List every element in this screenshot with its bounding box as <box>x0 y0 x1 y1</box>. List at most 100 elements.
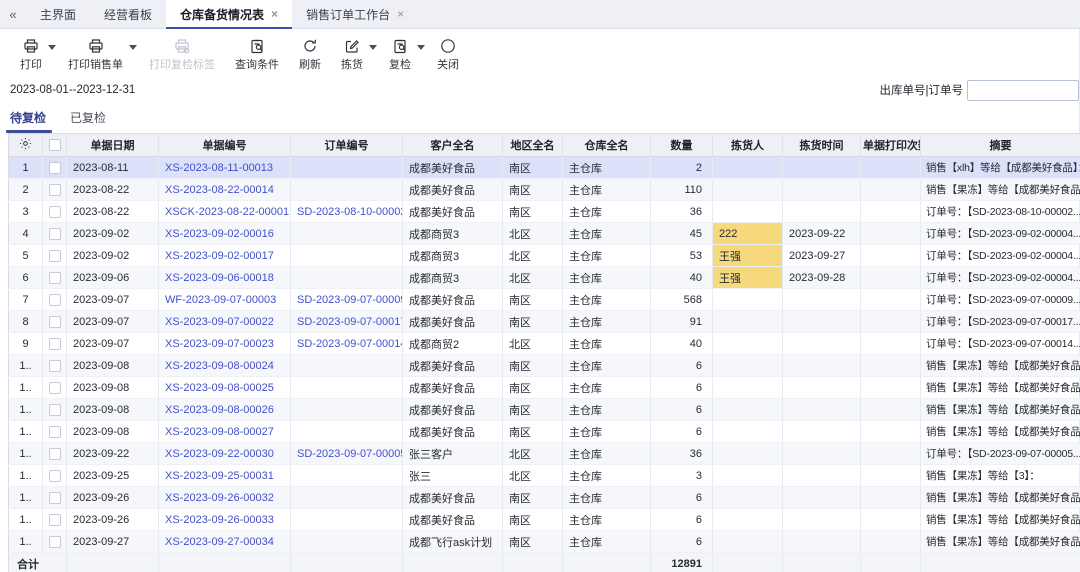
doc-number-link[interactable]: XS-2023-08-22-00014 <box>158 178 291 201</box>
row-checkbox[interactable] <box>48 227 61 240</box>
table-row[interactable]: 5 2023-09-02 XS-2023-09-02-00017 成都商贸3 北区 主仓库… <box>8 244 1080 267</box>
doc-number-link[interactable]: WF-2023-09-07-00003 <box>158 288 291 311</box>
doc-number-link[interactable]: XS-2023-09-07-00022 <box>158 310 291 333</box>
region-name: 南区 <box>502 178 563 201</box>
row-checkbox[interactable] <box>48 535 61 548</box>
row-checkbox[interactable] <box>48 271 61 284</box>
toolbar-button-label: 复检 <box>389 59 411 71</box>
tab-close-icon[interactable]: × <box>271 8 278 20</box>
table-row[interactable]: 9 2023-09-07 XS-2023-09-07-00023 SD-2023-09… <box>8 332 1080 355</box>
table-row[interactable]: 1 2023-08-11 XS-2023-08-11-00013 成都美好食品 南区 主仓… <box>8 156 1080 179</box>
table-row[interactable]: 6 2023-09-06 XS-2023-09-06-00018 成都商贸3 北区 主仓库… <box>8 266 1080 289</box>
tab-main-screen[interactable]: 主界面 <box>26 0 90 28</box>
row-checkbox[interactable] <box>48 447 61 460</box>
order-number-link <box>290 420 403 443</box>
row-checkbox[interactable] <box>48 425 61 438</box>
table-row[interactable]: 1.. 2023-09-27 XS-2023-09-27-00034 成都飞行ask计… <box>8 530 1080 553</box>
dropdown-caret-icon[interactable] <box>48 45 56 50</box>
row-checkbox[interactable] <box>48 183 61 196</box>
order-number-link[interactable]: SD-2023-09-07-00017 <box>290 310 403 333</box>
table-row[interactable]: 1.. 2023-09-08 XS-2023-09-08-00024 成都美好食品 南区… <box>8 354 1080 377</box>
toolbar-button-refresh[interactable]: 刷新 <box>289 37 331 72</box>
doc-number-link[interactable]: XS-2023-09-22-00030 <box>158 442 291 465</box>
row-checkbox[interactable] <box>48 403 61 416</box>
table-row[interactable]: 8 2023-09-07 XS-2023-09-07-00022 SD-2023-09… <box>8 310 1080 333</box>
toolbar-button-recheck[interactable]: 复检 <box>379 37 421 72</box>
toolbar-button-query-conditions[interactable]: 查询条件 <box>225 37 289 72</box>
table-row[interactable]: 1.. 2023-09-08 XS-2023-09-08-00026 成都美好食品 南区… <box>8 398 1080 421</box>
row-checkbox[interactable] <box>48 469 61 482</box>
table-row[interactable]: 4 2023-09-02 XS-2023-09-02-00016 成都商贸3 北区 主仓库… <box>8 222 1080 245</box>
table-row[interactable]: 1.. 2023-09-08 XS-2023-09-08-00027 成都美好食品 南区… <box>8 420 1080 443</box>
order-number-link[interactable]: SD-2023-09-07-00005 <box>290 442 403 465</box>
tab-close-icon[interactable]: × <box>397 8 404 20</box>
table-row[interactable]: 1.. 2023-09-22 XS-2023-09-22-00030 SD-2023-… <box>8 442 1080 465</box>
table-row[interactable]: 1.. 2023-09-26 XS-2023-09-26-00032 成都美好食品 南区… <box>8 486 1080 509</box>
row-checkbox[interactable] <box>48 337 61 350</box>
subtab-rechecked[interactable]: 已复检 <box>70 109 106 133</box>
doc-number-link[interactable]: XS-2023-09-26-00033 <box>158 508 291 531</box>
toolbar-button-print-sales-order[interactable]: 打印销售单 <box>58 37 133 72</box>
tab-warehouse-stock-report[interactable]: 仓库备货情况表 × <box>166 0 293 29</box>
doc-number-link[interactable]: XS-2023-09-02-00016 <box>158 222 291 245</box>
order-number-link[interactable]: SD-2023-09-07-00014 <box>290 332 403 355</box>
row-checkbox[interactable] <box>48 359 61 372</box>
doc-number-link[interactable]: XS-2023-09-25-00031 <box>158 464 291 487</box>
doc-number-link[interactable]: XS-2023-09-06-00018 <box>158 266 291 289</box>
column-settings-gear-icon[interactable] <box>8 133 43 157</box>
tab-business-dashboard[interactable]: 经营看板 <box>90 0 166 28</box>
summary-text: 销售【果冻】等给【成都美好食品】： <box>920 420 1080 443</box>
column-header: 订单编号 <box>290 133 403 157</box>
summary-text: 订单号：【SD-2023-08-10-00002... <box>920 200 1080 223</box>
order-number-link[interactable]: SD-2023-09-07-00009 <box>290 288 403 311</box>
doc-number-link[interactable]: XS-2023-09-08-00025 <box>158 376 291 399</box>
doc-number-link[interactable]: XS-2023-09-08-00024 <box>158 354 291 377</box>
warehouse-name: 主仓库 <box>562 464 651 487</box>
doc-number-link[interactable]: XS-2023-08-11-00013 <box>158 156 291 179</box>
row-checkbox[interactable] <box>48 161 61 174</box>
dropdown-caret-icon[interactable] <box>417 45 425 50</box>
row-number: 6 <box>8 266 43 289</box>
row-checkbox[interactable] <box>48 293 61 306</box>
toolbar-button-picking[interactable]: 拣货 <box>331 37 373 72</box>
table-row[interactable]: 1.. 2023-09-25 XS-2023-09-25-00031 张三 北区 主仓库 3… <box>8 464 1080 487</box>
customer-name: 成都美好食品 <box>402 420 503 443</box>
row-checkbox[interactable] <box>48 513 61 526</box>
customer-name: 成都商贸2 <box>402 332 503 355</box>
table-row[interactable]: 3 2023-08-22 XSCK-2023-08-22-00001 SD-2023-… <box>8 200 1080 223</box>
printer-icon <box>23 37 39 54</box>
collapse-sidebar-icon[interactable]: « <box>0 0 26 28</box>
doc-number-link[interactable]: XS-2023-09-07-00023 <box>158 332 291 355</box>
dropdown-caret-icon[interactable] <box>129 45 137 50</box>
table-row[interactable]: 1.. 2023-09-08 XS-2023-09-08-00025 成都美好食品 南区… <box>8 376 1080 399</box>
search-input[interactable] <box>967 79 1079 101</box>
tab-sales-order-workbench[interactable]: 销售订单工作台 × <box>292 0 418 28</box>
doc-number-link[interactable]: XS-2023-09-08-00027 <box>158 420 291 443</box>
doc-number-link[interactable]: XS-2023-09-08-00026 <box>158 398 291 421</box>
doc-date: 2023-09-08 <box>66 398 159 421</box>
doc-number-link[interactable]: XSCK-2023-08-22-00001 <box>158 200 291 223</box>
doc-number-link[interactable]: XS-2023-09-27-00034 <box>158 530 291 553</box>
row-checkbox[interactable] <box>48 315 61 328</box>
column-header: 单据日期 <box>66 133 159 157</box>
picker-name: 王强 <box>712 266 783 289</box>
dropdown-caret-icon[interactable] <box>369 45 377 50</box>
table-row[interactable]: 7 2023-09-07 WF-2023-09-07-00003 SD-2023-09… <box>8 288 1080 311</box>
toolbar-button-print-recheck-label[interactable]: 打印复检标签 <box>139 37 225 72</box>
order-number-link[interactable]: SD-2023-08-10-00002 <box>290 200 403 223</box>
toolbar-button-close[interactable]: 关闭 <box>427 37 469 72</box>
quantity: 45 <box>650 222 713 245</box>
order-number-link <box>290 464 403 487</box>
row-checkbox[interactable] <box>48 491 61 504</box>
doc-number-link[interactable]: XS-2023-09-02-00017 <box>158 244 291 267</box>
doc-number-link[interactable]: XS-2023-09-26-00032 <box>158 486 291 509</box>
subtab-pending-recheck[interactable]: 待复检 <box>5 109 53 133</box>
row-checkbox[interactable] <box>48 249 61 262</box>
row-checkbox[interactable] <box>48 205 61 218</box>
table-row[interactable]: 1.. 2023-09-26 XS-2023-09-26-00033 成都美好食品 南区… <box>8 508 1080 531</box>
customer-name: 成都美好食品 <box>402 200 503 223</box>
toolbar-button-print[interactable]: 打印 <box>10 37 52 72</box>
row-checkbox[interactable] <box>48 381 61 394</box>
select-all-checkbox[interactable] <box>48 139 61 152</box>
table-row[interactable]: 2 2023-08-22 XS-2023-08-22-00014 成都美好食品 南区 主仓… <box>8 178 1080 201</box>
